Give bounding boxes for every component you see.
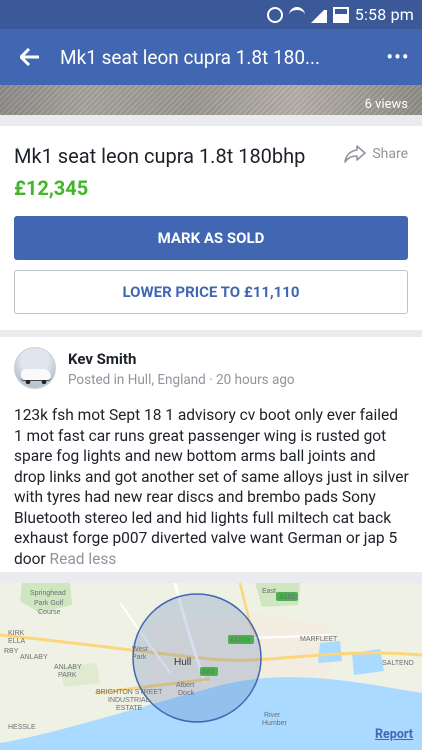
read-less-link[interactable]: Read less: [50, 550, 117, 568]
map-label-a1033: A1033: [230, 637, 250, 644]
map-label-humber-1: River: [264, 712, 281, 719]
alarm-icon: [266, 6, 283, 23]
listing-photo[interactable]: 6 views: [0, 85, 422, 115]
map-label-albert: Albert: [176, 682, 194, 689]
photo-texture: [0, 85, 422, 115]
map-label-anlaby-park: ANLABY: [54, 664, 82, 671]
description-text: 123k fsh mot Sept 18 1 advisory cv boot …: [14, 406, 409, 568]
more-options-button[interactable]: •••: [374, 29, 422, 85]
view-count: 6 views: [364, 97, 408, 112]
battery-icon: [332, 6, 349, 23]
status-time: 5:58 pm: [354, 5, 414, 24]
map-label-east: East: [262, 588, 276, 595]
listing-card: Mk1 seat leon cupra 1.8t 180bhp Share £1…: [0, 126, 422, 330]
map-label-humber-2: Humber: [262, 720, 288, 727]
map-label-brighton-2: INDUSTRIAL: [108, 697, 150, 704]
mark-as-sold-button[interactable]: MARK AS SOLD: [14, 216, 408, 260]
map-label-park-golf: Park Golf: [34, 600, 63, 607]
share-label: Share: [372, 146, 408, 162]
map-label-kirk: KIRK: [8, 630, 25, 637]
back-arrow-icon: [20, 48, 39, 66]
map-label-a63: A63: [202, 669, 215, 676]
map-label-anlaby: ANLABY: [20, 654, 48, 661]
avatar[interactable]: [14, 347, 56, 389]
post-meta: Posted in Hull, England · 20 hours ago: [68, 372, 295, 388]
avatar-car-image: [21, 369, 51, 384]
status-bar: 5:58 pm: [0, 0, 422, 29]
share-button[interactable]: Share: [344, 144, 408, 164]
seller-card: Kev Smith Posted in Hull, England · 20 h…: [0, 337, 422, 572]
more-icon: •••: [386, 45, 410, 69]
signal-icon: [310, 7, 327, 23]
listing-description: 123k fsh mot Sept 18 1 advisory cv boot …: [14, 405, 410, 569]
back-button[interactable]: [0, 29, 60, 85]
map-label-course: Course: [38, 609, 61, 616]
map-label-rby: RBY: [4, 648, 19, 655]
share-icon: [344, 145, 367, 163]
map-graphic: Springhead Park Golf Course KIRK ELLA AN…: [0, 583, 422, 750]
map-label-brighton-1: BRIGHTON STREET: [96, 689, 163, 696]
report-map-link[interactable]: Report: [375, 727, 413, 742]
listing-title: Mk1 seat leon cupra 1.8t 180bhp: [14, 144, 306, 168]
app-bar: Mk1 seat leon cupra 1.8t 180... •••: [0, 29, 422, 85]
map-label-dock: Dock: [178, 690, 194, 697]
map-label-springhead: Springhead: [30, 590, 66, 597]
map-label-marfleet: MARFLEET: [300, 636, 338, 643]
map-label-hull: Hull: [174, 657, 191, 668]
location-map[interactable]: Springhead Park Golf Course KIRK ELLA AN…: [0, 583, 422, 750]
app-bar-title: Mk1 seat leon cupra 1.8t 180...: [60, 45, 321, 69]
map-label-a165: A165: [279, 594, 295, 601]
lower-price-button[interactable]: LOWER PRICE TO £11,110: [14, 270, 408, 314]
map-label-hessle: HESSLE: [8, 724, 36, 731]
listing-price: £12,345: [14, 176, 89, 200]
seller-name[interactable]: Kev Smith: [68, 350, 136, 368]
map-label-park: PARK: [58, 672, 77, 679]
map-label-park2: Park: [132, 654, 147, 661]
wifi-icon: [288, 6, 305, 23]
map-label-ella: ELLA: [8, 638, 25, 645]
map-label-west: West: [132, 646, 148, 653]
map-label-brighton-3: ESTATE: [116, 705, 143, 712]
status-icons: 5:58 pm: [266, 5, 414, 24]
map-label-saltend: SALTEND: [382, 660, 414, 667]
